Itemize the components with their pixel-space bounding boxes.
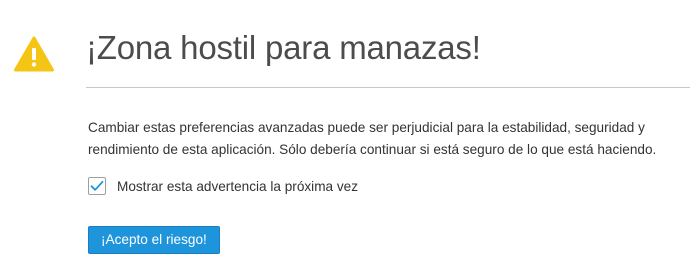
- warning-icon: [14, 36, 54, 72]
- warning-description: Cambiar estas preferencias avanzadas pue…: [88, 120, 657, 157]
- show-warning-label: Mostrar esta advertencia la próxima vez: [117, 178, 359, 194]
- title-divider: [86, 87, 690, 88]
- checkmark-icon: [90, 180, 104, 191]
- accept-risk-button[interactable]: ¡Acepto el riesgo!: [88, 226, 220, 254]
- show-warning-option[interactable]: Mostrar esta advertencia la próxima vez: [88, 175, 358, 197]
- show-warning-checkbox[interactable]: [88, 177, 106, 195]
- page-title: ¡Zona hostil para manazas!: [86, 29, 481, 66]
